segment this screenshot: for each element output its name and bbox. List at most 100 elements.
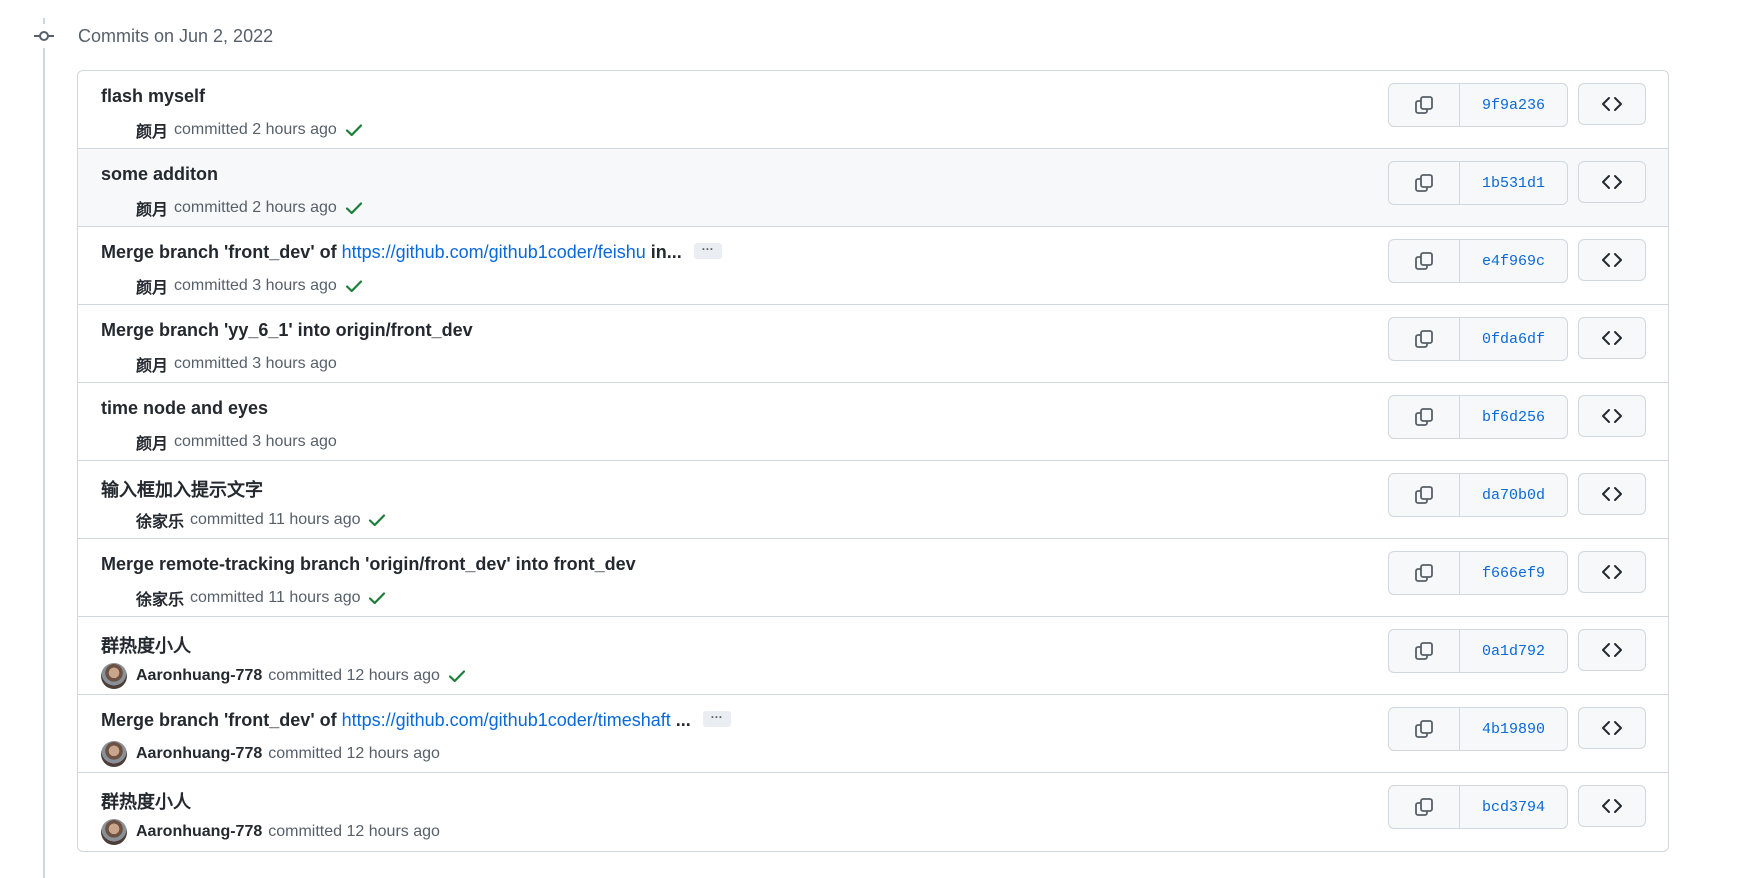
browse-repo-button[interactable] xyxy=(1578,161,1646,203)
check-icon[interactable] xyxy=(368,511,386,529)
commit-message[interactable]: time node and eyes xyxy=(101,398,268,419)
copy-sha-button[interactable] xyxy=(1389,396,1460,438)
commit-sha-link[interactable]: 1b531d1 xyxy=(1460,162,1567,204)
copy-sha-button[interactable] xyxy=(1389,630,1460,672)
git-commit-icon xyxy=(32,24,56,48)
commit-row: Merge remote-tracking branch 'origin/fro… xyxy=(78,539,1668,617)
commit-sha-link[interactable]: bf6d256 xyxy=(1460,396,1567,438)
avatar[interactable] xyxy=(101,819,127,845)
expand-message-button[interactable]: ··· xyxy=(702,711,731,728)
commit-row: time node and eyes 颜月 committed 3 hours … xyxy=(78,383,1668,461)
commit-message[interactable]: 群热度小人 xyxy=(101,632,191,658)
commit-verb: committed xyxy=(268,667,343,684)
browse-repo-button[interactable] xyxy=(1578,785,1646,827)
commit-sha-link[interactable]: 0fda6df xyxy=(1460,318,1567,360)
copy-sha-button[interactable] xyxy=(1389,786,1460,828)
commit-message-link[interactable]: https://github.com/github1coder/feishu xyxy=(342,242,646,262)
copy-sha-button[interactable] xyxy=(1389,162,1460,204)
commit-verb: committed xyxy=(174,121,248,138)
avatar-placeholder xyxy=(101,508,136,532)
browse-repo-button[interactable] xyxy=(1578,473,1646,515)
commit-list: flash myself 颜月 committed 2 hours ago 9f… xyxy=(77,70,1669,852)
check-icon[interactable] xyxy=(345,199,363,217)
copy-icon xyxy=(1415,408,1433,426)
browse-repo-button[interactable] xyxy=(1578,551,1646,593)
commit-message[interactable]: 群热度小人 xyxy=(101,788,191,814)
commit-sha-link[interactable]: 0a1d792 xyxy=(1460,630,1567,672)
sha-button-group: bf6d256 xyxy=(1388,395,1568,439)
browse-repo-button[interactable] xyxy=(1578,239,1646,281)
commit-message[interactable]: Merge branch 'yy_6_1' into origin/front_… xyxy=(101,320,473,341)
commit-author[interactable]: 颜月 xyxy=(136,274,168,298)
avatar[interactable] xyxy=(101,663,127,689)
commit-author[interactable]: Aaronhuang-778 xyxy=(136,823,262,841)
copy-sha-button[interactable] xyxy=(1389,708,1460,750)
commit-group-date: Commits on Jun 2, 2022 xyxy=(78,25,274,46)
check-icon[interactable] xyxy=(368,589,386,607)
commit-message[interactable]: Merge branch 'front_dev' of https://gith… xyxy=(101,710,731,731)
browse-repo-button[interactable] xyxy=(1578,629,1646,671)
commit-sha-link[interactable]: da70b0d xyxy=(1460,474,1567,516)
code-icon xyxy=(1602,175,1622,189)
code-icon xyxy=(1602,643,1622,657)
sha-button-group: 4b19890 xyxy=(1388,707,1568,751)
commit-sha-link[interactable]: bcd3794 xyxy=(1460,786,1567,828)
avatar-placeholder xyxy=(101,274,136,298)
code-icon xyxy=(1602,721,1622,735)
browse-repo-button[interactable] xyxy=(1578,317,1646,359)
avatar[interactable] xyxy=(101,741,127,767)
check-icon[interactable] xyxy=(345,277,363,295)
commit-verb: committed xyxy=(190,511,264,528)
commit-author[interactable]: 颜月 xyxy=(136,196,168,220)
copy-icon xyxy=(1415,720,1433,738)
copy-sha-button[interactable] xyxy=(1389,84,1460,126)
commit-author[interactable]: 徐家乐 xyxy=(136,586,184,610)
commit-time: 11 hours ago xyxy=(268,589,361,606)
commit-meta: 颜月 committed 3 hours ago xyxy=(101,274,363,298)
copy-icon xyxy=(1415,252,1433,270)
commit-sha-link[interactable]: f666ef9 xyxy=(1460,552,1567,594)
code-icon xyxy=(1602,799,1622,813)
commit-author[interactable]: 颜月 xyxy=(136,430,168,454)
commit-time: 3 hours ago xyxy=(252,433,337,450)
commit-message[interactable]: Merge branch 'front_dev' of https://gith… xyxy=(101,242,722,263)
commit-sha-link[interactable]: 9f9a236 xyxy=(1460,84,1567,126)
commit-message[interactable]: 输入框加入提示文字 xyxy=(101,476,263,502)
copy-sha-button[interactable] xyxy=(1389,240,1460,282)
commit-sha-link[interactable]: 4b19890 xyxy=(1460,708,1567,750)
check-icon[interactable] xyxy=(448,667,466,685)
browse-repo-button[interactable] xyxy=(1578,395,1646,437)
commit-meta: 颜月 committed 2 hours ago xyxy=(101,118,363,142)
avatar-placeholder xyxy=(101,118,136,142)
copy-icon xyxy=(1415,798,1433,816)
copy-icon xyxy=(1415,96,1433,114)
code-icon xyxy=(1602,331,1622,345)
sha-button-group: 1b531d1 xyxy=(1388,161,1568,205)
commit-time: 12 hours ago xyxy=(346,667,440,684)
commit-row: 群热度小人 Aaronhuang-778 committed 12 hours … xyxy=(78,617,1668,695)
commit-author[interactable]: Aaronhuang-778 xyxy=(136,667,262,685)
copy-sha-button[interactable] xyxy=(1389,474,1460,516)
commit-message[interactable]: some additon xyxy=(101,164,218,185)
commit-actions: f666ef9 xyxy=(1388,551,1646,595)
commit-message[interactable]: flash myself xyxy=(101,86,205,107)
commit-verb: committed xyxy=(268,745,343,762)
browse-repo-button[interactable] xyxy=(1578,707,1646,749)
copy-sha-button[interactable] xyxy=(1389,318,1460,360)
avatar-placeholder xyxy=(101,352,136,376)
commit-message[interactable]: Merge remote-tracking branch 'origin/fro… xyxy=(101,554,636,575)
commit-meta: 颜月 committed 3 hours ago xyxy=(101,430,337,454)
commit-author[interactable]: 颜月 xyxy=(136,118,168,142)
copy-sha-button[interactable] xyxy=(1389,552,1460,594)
avatar-placeholder xyxy=(101,586,136,610)
expand-message-button[interactable]: ··· xyxy=(693,243,722,260)
check-icon[interactable] xyxy=(345,121,363,139)
commit-author[interactable]: 徐家乐 xyxy=(136,508,184,532)
commit-sha-link[interactable]: e4f969c xyxy=(1460,240,1567,282)
browse-repo-button[interactable] xyxy=(1578,83,1646,125)
code-icon xyxy=(1602,97,1622,111)
commit-author[interactable]: Aaronhuang-778 xyxy=(136,745,262,763)
commit-row: 群热度小人 Aaronhuang-778 committed 12 hours … xyxy=(78,773,1668,851)
commit-message-link[interactable]: https://github.com/github1coder/timeshaf… xyxy=(342,710,671,730)
commit-author[interactable]: 颜月 xyxy=(136,352,168,376)
